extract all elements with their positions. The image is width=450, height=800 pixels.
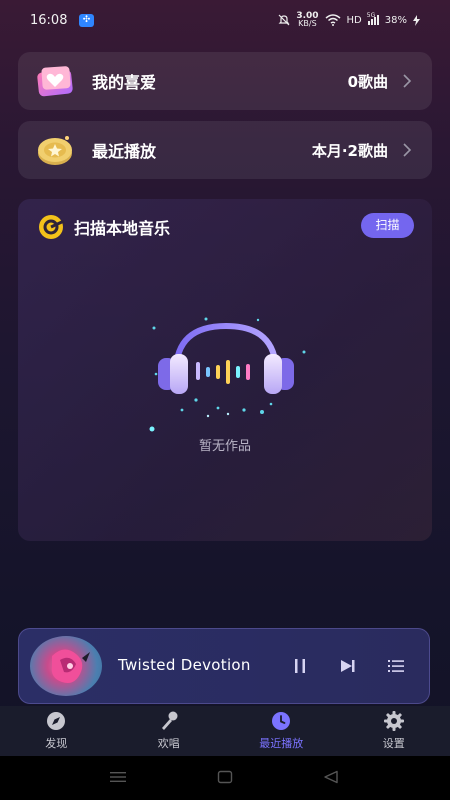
empty-state-text: 暂无作品: [198, 439, 251, 454]
playlist-icon: [388, 660, 404, 672]
headphones-illustration: [149, 317, 306, 432]
pause-icon: [295, 659, 305, 673]
heart-folder-icon: [36, 62, 74, 100]
next-button[interactable]: [337, 655, 359, 677]
gold-coin-icon: [36, 131, 74, 169]
hd-indicator: HD: [346, 14, 362, 26]
gear-icon: [383, 711, 404, 731]
tab-discover[interactable]: 发现: [0, 706, 113, 756]
scan-local-music-card: 扫描本地音乐 扫描 暂无作品: [18, 199, 432, 541]
tab-discover-label: 发现: [45, 737, 68, 750]
scan-title: 扫描本地音乐: [74, 219, 171, 238]
bottom-tab-bar: 发现 欢唱 最近播放 设置: [0, 706, 450, 756]
next-icon: [341, 660, 355, 672]
favorites-count: 0歌曲: [347, 72, 388, 91]
tab-settings[interactable]: 设置: [338, 706, 450, 756]
scan-button[interactable]: 扫描: [361, 213, 414, 238]
tab-karaoke[interactable]: 欢唱: [113, 706, 226, 756]
battery-level: 38%: [384, 14, 407, 26]
scan-target-icon: [39, 215, 65, 239]
tab-recent-play[interactable]: 最近播放: [225, 706, 338, 756]
app-notification-icon: ✣: [79, 14, 94, 27]
system-nav-bar: [0, 756, 450, 800]
network-speed: 3.00 KB/S: [296, 12, 318, 28]
speed-unit: KB/S: [298, 19, 317, 28]
compass-icon: [47, 712, 66, 730]
back-nav-icon[interactable]: [323, 770, 339, 784]
network-type: 5G: [366, 12, 376, 19]
status-indicators: 3.00 KB/S HD 5G 38%: [278, 12, 420, 28]
status-bar: 16:08 ✣ 3.00 KB/S HD 5G 38%: [0, 0, 450, 42]
home-nav-icon[interactable]: [217, 770, 233, 784]
pause-button[interactable]: [289, 655, 311, 677]
tab-karaoke-label: 欢唱: [157, 737, 180, 750]
recent-play-row[interactable]: 最近播放 本月·2歌曲: [18, 121, 432, 179]
status-time: 16:08: [30, 13, 68, 28]
charging-icon: [413, 14, 420, 26]
signal-icon: 5G: [366, 12, 379, 25]
menu-nav-icon[interactable]: [109, 770, 127, 784]
mute-icon: [278, 14, 290, 26]
microphone-icon: [161, 711, 178, 730]
chevron-right-icon: [403, 143, 412, 157]
chevron-right-icon: [403, 74, 412, 88]
favorites-row[interactable]: 我的喜爱 0歌曲: [18, 52, 432, 110]
mini-player[interactable]: Twisted Devotion: [18, 628, 430, 704]
album-cover[interactable]: [30, 636, 102, 696]
tab-settings-label: 设置: [382, 737, 405, 750]
recent-play-label: 最近播放: [92, 142, 157, 161]
scan-header: 扫描本地音乐: [36, 213, 170, 241]
playlist-button[interactable]: [385, 655, 407, 677]
wifi-icon: [325, 14, 341, 26]
song-title: Twisted Devotion: [118, 656, 251, 674]
recent-play-count: 本月·2歌曲: [311, 141, 388, 160]
tab-recent-play-label: 最近播放: [259, 737, 304, 750]
clock-icon: [272, 712, 291, 730]
favorites-label: 我的喜爱: [92, 73, 157, 92]
